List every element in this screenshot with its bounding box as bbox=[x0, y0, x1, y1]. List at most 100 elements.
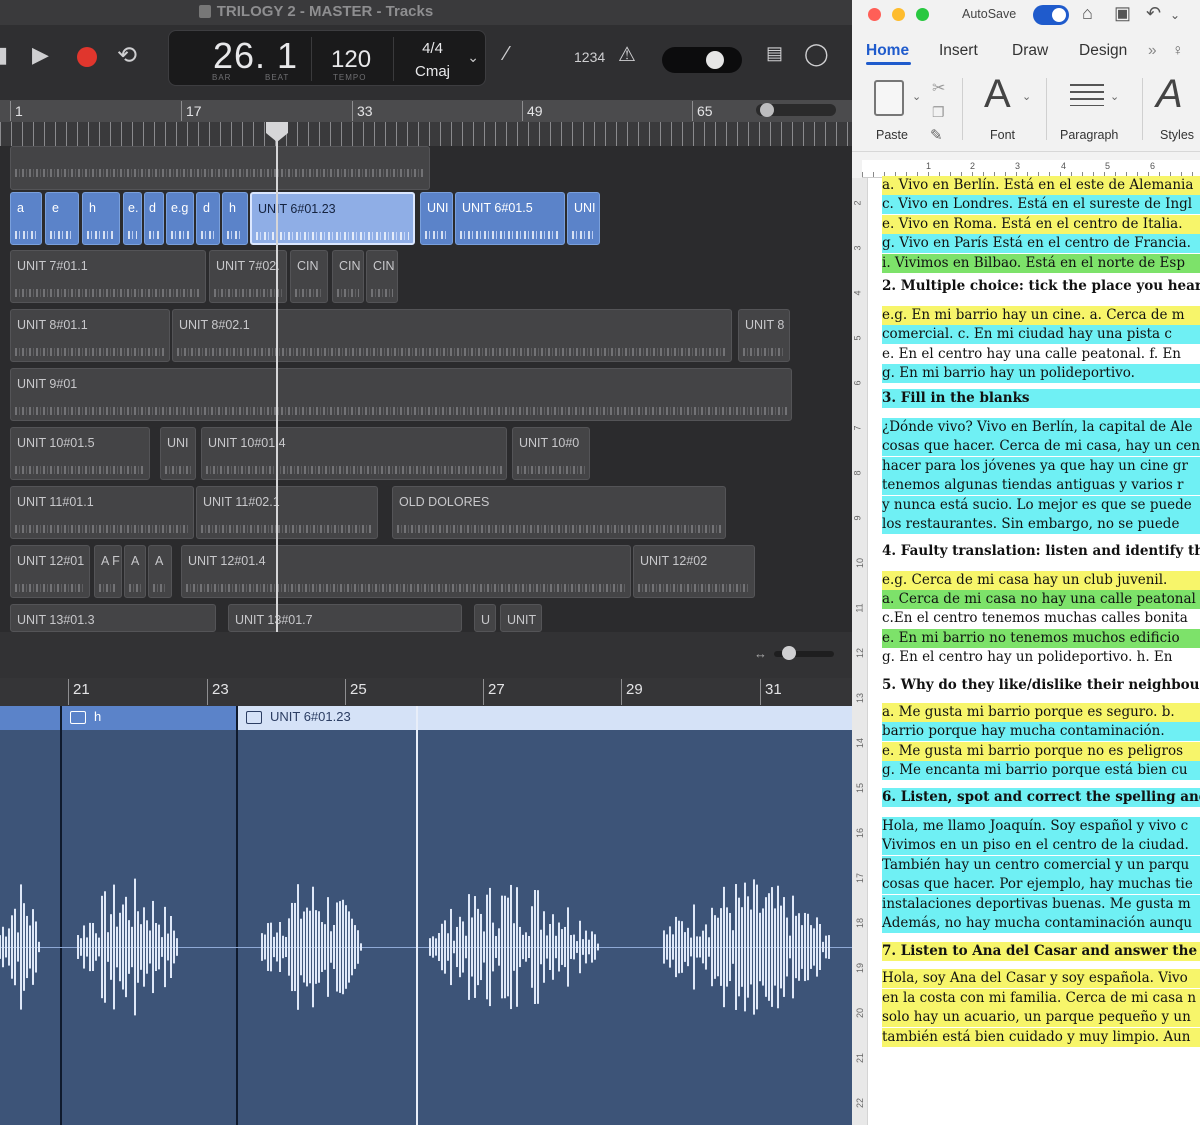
paragraph-label[interactable]: Paragraph bbox=[1060, 128, 1118, 142]
document-line[interactable]: c.En el centro tenemos muchas calles bon… bbox=[882, 609, 1200, 628]
document-line[interactable]: instalaciones deportivas buenas. Me gust… bbox=[882, 895, 1200, 914]
styles-icon[interactable]: A bbox=[1156, 72, 1183, 117]
audio-region[interactable]: A bbox=[148, 545, 172, 598]
document-line[interactable]: g. Me encanta mi barrio porque está bien… bbox=[882, 761, 1200, 780]
audio-region[interactable]: CIN bbox=[290, 250, 328, 303]
audio-region[interactable]: UNIT 9#01 bbox=[10, 368, 792, 421]
tab-home[interactable]: Home bbox=[866, 42, 909, 60]
paragraph-icon[interactable] bbox=[1070, 84, 1104, 106]
audio-region[interactable]: e. bbox=[123, 192, 142, 245]
document-line[interactable]: i. Vivimos en Bilbao. Está en el norte d… bbox=[882, 254, 1200, 273]
document-line[interactable]: barrio porque hay mucha contaminación. bbox=[882, 722, 1200, 741]
editor-zoom-slider[interactable] bbox=[774, 646, 834, 660]
document-line[interactable]: también está bien cuidado y muy limpio. … bbox=[882, 1028, 1200, 1047]
audio-region[interactable]: UNIT 10#0 bbox=[512, 427, 590, 480]
audio-region[interactable]: UNIT 7#01.1 bbox=[10, 250, 206, 303]
audio-region[interactable]: UNI bbox=[567, 192, 600, 245]
tab-insert[interactable]: Insert bbox=[939, 42, 978, 60]
audio-region[interactable]: UNIT 12#01 bbox=[10, 545, 90, 598]
section-heading[interactable]: 7. Listen to Ana del Casar and answer th… bbox=[882, 942, 1200, 961]
audio-region[interactable]: e.g bbox=[166, 192, 194, 245]
section-heading[interactable]: 3. Fill in the blanks bbox=[882, 389, 1200, 408]
section-heading[interactable]: 5. Why do they like/dislike their neighb… bbox=[882, 676, 1200, 695]
chevron-down-icon[interactable]: ⌄ bbox=[467, 49, 479, 66]
document-line[interactable]: hacer para los jóvenes ya que hay un cin… bbox=[882, 457, 1200, 476]
count-in-button[interactable]: 1234 bbox=[574, 49, 605, 65]
minimize-window-button[interactable] bbox=[892, 8, 905, 21]
document-line[interactable]: ¿Dónde vivo? Vivo en Berlín, la capital … bbox=[882, 418, 1200, 437]
tab-draw[interactable]: Draw bbox=[1012, 42, 1048, 60]
document-line[interactable]: e. En el centro hay una calle peatonal. … bbox=[882, 345, 1200, 364]
notepad-icon[interactable]: ▤ bbox=[766, 43, 783, 64]
clipboard-icon[interactable] bbox=[874, 80, 904, 116]
audio-region[interactable]: e bbox=[45, 192, 79, 245]
document-line[interactable]: en la costa con mi familia. Cerca de mi … bbox=[882, 989, 1200, 1008]
record-button[interactable] bbox=[77, 47, 97, 67]
font-label[interactable]: Font bbox=[990, 128, 1015, 142]
audio-region[interactable]: UNIT 13#01.7 bbox=[228, 604, 462, 632]
lightbulb-icon[interactable]: ♀ bbox=[1172, 42, 1184, 60]
format-painter-icon[interactable]: ✎ bbox=[930, 126, 943, 144]
chevron-down-icon[interactable]: ⌄ bbox=[1110, 90, 1119, 103]
tracks-ruler[interactable]: 1 17 33 49 65 bbox=[0, 100, 852, 122]
autosave-toggle[interactable] bbox=[1033, 5, 1069, 25]
document-line[interactable]: Hola, me llamo Joaquín. Soy español y vi… bbox=[882, 817, 1200, 836]
document-line[interactable]: g. En el centro hay un polideportivo. h.… bbox=[882, 648, 1200, 667]
audio-region[interactable]: UNIT 11#01.1 bbox=[10, 486, 194, 539]
document-line[interactable]: c. Vivo en Londres. Está en el sureste d… bbox=[882, 195, 1200, 214]
document-line[interactable]: Hola, soy Ana del Casar y soy española. … bbox=[882, 969, 1200, 988]
loop-browser-icon[interactable]: ◯ bbox=[804, 41, 829, 67]
audio-region[interactable]: A F bbox=[94, 545, 122, 598]
document-line[interactable]: e. Vivo en Roma. Está en el centro de It… bbox=[882, 215, 1200, 234]
audio-region[interactable]: a bbox=[10, 192, 42, 245]
cycle-icon[interactable]: ⟲ bbox=[117, 41, 137, 70]
document-line[interactable]: También hay un centro comercial y un par… bbox=[882, 856, 1200, 875]
audio-region[interactable]: UNIT 12#02 bbox=[633, 545, 755, 598]
document-line[interactable]: Vivimos en un piso en el centro de la ci… bbox=[882, 836, 1200, 855]
audio-region[interactable]: UNIT 13#01.3 bbox=[10, 604, 216, 632]
audio-region[interactable]: U bbox=[474, 604, 496, 632]
audio-region[interactable]: CIN bbox=[332, 250, 364, 303]
metronome-icon[interactable]: ⚠ bbox=[618, 42, 636, 67]
rewind-icon[interactable]: ▮ bbox=[0, 42, 8, 68]
chevron-down-icon[interactable]: ⌄ bbox=[1022, 90, 1031, 103]
document-line[interactable]: e. En mi barrio no tenemos muchos edific… bbox=[882, 629, 1200, 648]
audio-region[interactable]: h bbox=[222, 192, 248, 245]
master-toggle[interactable] bbox=[662, 47, 742, 73]
document-line[interactable]: a. Vivo en Berlín. Está en el este de Al… bbox=[882, 176, 1200, 195]
tuner-icon[interactable]: ⁄ bbox=[505, 43, 508, 66]
play-button[interactable]: ▶ bbox=[32, 42, 49, 68]
document-line[interactable]: y nunca está sucio. Lo mejor es que se p… bbox=[882, 496, 1200, 515]
audio-region[interactable]: UNIT 8#02.1 bbox=[172, 309, 732, 362]
document-line[interactable]: cosas que hacer. Cerca de mi casa, hay u… bbox=[882, 437, 1200, 456]
document-line[interactable]: a. Cerca de mi casa no hay una calle pea… bbox=[882, 590, 1200, 609]
audio-region[interactable]: d bbox=[196, 192, 220, 245]
audio-region[interactable]: UNI bbox=[420, 192, 453, 245]
document-line[interactable]: Además, no hay mucha contaminación aunqu bbox=[882, 914, 1200, 933]
playhead[interactable] bbox=[276, 122, 278, 632]
section-heading[interactable]: 2. Multiple choice: tick the place you h… bbox=[882, 277, 1200, 296]
more-tabs-icon[interactable]: » bbox=[1148, 42, 1157, 60]
section-heading[interactable]: 4. Faulty translation: listen and identi… bbox=[882, 542, 1200, 561]
audio-region[interactable]: h bbox=[82, 192, 120, 245]
editor-zoom-knob[interactable] bbox=[782, 646, 796, 660]
audio-region[interactable]: UNI bbox=[160, 427, 196, 480]
tab-design[interactable]: Design bbox=[1079, 42, 1127, 60]
zoom-slider[interactable] bbox=[756, 103, 836, 117]
track-1-regions[interactable] bbox=[10, 146, 430, 190]
document-line[interactable]: tenemos algunas tiendas antiguas y vario… bbox=[882, 476, 1200, 495]
styles-label[interactable]: Styles bbox=[1160, 128, 1194, 142]
editor-ruler[interactable]: 21 23 25 27 29 31 bbox=[0, 678, 852, 706]
document-line[interactable]: g. Vivo en París Está en el centro de Fr… bbox=[882, 234, 1200, 253]
audio-editor[interactable]: h UNIT 6#01.23 bbox=[0, 706, 852, 1125]
document-line[interactable]: los restaurantes. Sin embargo, no se pue… bbox=[882, 515, 1200, 534]
document-line[interactable]: e.g. Cerca de mi casa hay un club juveni… bbox=[882, 571, 1200, 590]
audio-region[interactable]: A bbox=[124, 545, 146, 598]
document-line[interactable]: a. Me gusta mi barrio porque es seguro. … bbox=[882, 703, 1200, 722]
document-line[interactable]: g. En mi barrio hay un polideportivo. bbox=[882, 364, 1200, 383]
chevron-down-icon[interactable]: ⌄ bbox=[912, 90, 921, 103]
selected-audio-region[interactable]: UNIT 6#01.23 bbox=[250, 192, 415, 245]
audio-region[interactable]: UNIT 8#01.1 bbox=[10, 309, 170, 362]
document-line[interactable]: comercial. c. En mi ciudad hay una pista… bbox=[882, 325, 1200, 344]
copy-icon[interactable]: ❐ bbox=[932, 104, 945, 121]
